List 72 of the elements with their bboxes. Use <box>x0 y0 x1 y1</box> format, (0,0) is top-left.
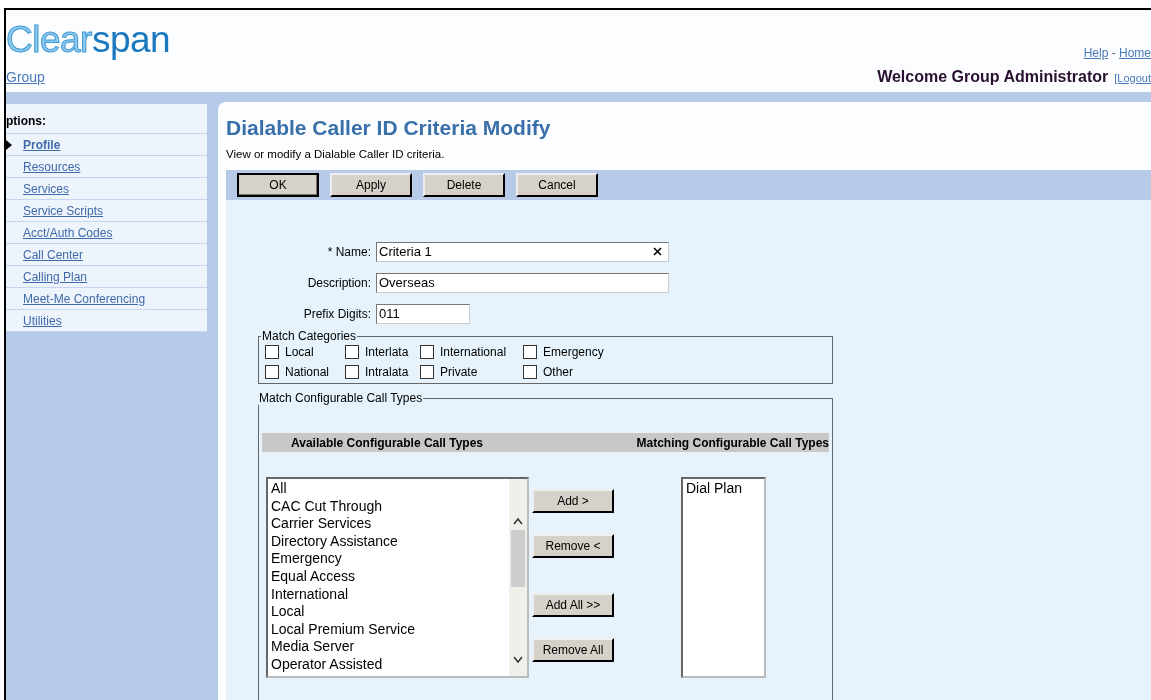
checkbox-label: National <box>285 365 330 379</box>
sidebar-link[interactable]: Call Center <box>23 247 84 262</box>
column-heading: Available Configurable Call Types <box>291 435 484 450</box>
action-button[interactable]: Apply <box>330 173 412 197</box>
page-title: Dialable Caller ID Criteria Modify <box>226 116 552 140</box>
list-option[interactable]: Local Premium Service <box>271 620 506 639</box>
list-option[interactable]: Emergency <box>271 550 506 568</box>
available-listbox[interactable]: All CAC Cut Through Carrier Services Directory Assistance Emergency Equal Access International Local Local Premium Service Media Server Operator Assisted <box>266 477 529 678</box>
column-heading: Matching Configurable Call Types <box>636 435 829 450</box>
breadcrumb-link[interactable]: Group <box>6 69 45 85</box>
field-label: * Name: <box>326 244 372 259</box>
checkbox[interactable] <box>265 365 279 379</box>
sidebar-link[interactable]: Utilities <box>23 313 62 328</box>
list-option[interactable]: Operator Assisted <box>271 655 506 674</box>
list-option[interactable]: Directory Assistance <box>271 532 506 551</box>
page-description: View or modify a Dialable Caller ID criteria. <box>226 148 446 160</box>
sidebar-link[interactable]: Acct/Auth Codes <box>23 225 113 240</box>
sidebar-heading: ptions: <box>6 104 207 134</box>
transfer-button[interactable]: Add All >> <box>532 593 614 617</box>
checkbox-label: Intralata <box>365 365 409 379</box>
action-button[interactable]: Delete <box>423 173 505 197</box>
sidebar-link[interactable]: Profile <box>23 137 61 152</box>
sidebar-link[interactable]: Meet-Me Conferencing <box>23 291 146 306</box>
checkbox-label: Private <box>440 365 478 379</box>
checkbox[interactable] <box>265 345 279 359</box>
welcome-text: Welcome Group Administrator <box>877 68 1109 85</box>
scroll-down-icon[interactable] <box>513 656 523 664</box>
checkbox-label: Emergency <box>543 345 604 359</box>
checkbox[interactable] <box>523 345 537 359</box>
field-label: Description: <box>306 275 372 290</box>
input-field[interactable]: 011 <box>376 303 470 324</box>
logo: Clearspan <box>6 20 171 60</box>
action-button[interactable]: OK <box>237 173 319 197</box>
list-option[interactable]: Equal Access <box>271 567 506 586</box>
action-button[interactable]: Cancel <box>516 173 598 197</box>
checkbox-label: International <box>440 345 507 359</box>
list-option[interactable]: Media Server <box>271 638 506 656</box>
group-legend: Match Categories <box>261 329 358 343</box>
clear-icon[interactable] <box>653 247 662 256</box>
list-option[interactable]: Carrier Services <box>271 515 506 533</box>
matching-listbox[interactable]: Dial Plan <box>681 477 766 678</box>
sidebar-link[interactable]: Resources <box>23 159 81 174</box>
checkbox[interactable] <box>523 365 537 379</box>
link-separator: - <box>1110 46 1117 60</box>
header-link[interactable]: Home <box>1119 46 1151 60</box>
transfer-button[interactable]: Remove All <box>532 638 614 662</box>
list-option[interactable]: Dial Plan <box>686 480 761 498</box>
checkbox-label: Other <box>543 365 573 379</box>
list-option[interactable]: CAC Cut Through <box>271 497 506 516</box>
scroll-thumb[interactable] <box>511 530 525 587</box>
input-field[interactable]: Criteria 1 <box>376 241 669 262</box>
list-option[interactable]: International <box>271 585 506 604</box>
field-label: Prefix Digits: <box>302 306 372 321</box>
list-option[interactable]: All <box>271 480 506 498</box>
transfer-button[interactable]: Remove < <box>532 534 614 558</box>
transfer-button[interactable]: Add > <box>532 489 614 513</box>
checkbox[interactable] <box>420 345 434 359</box>
sidebar-link[interactable]: Services <box>23 181 69 196</box>
checkbox-label: Local <box>285 345 314 359</box>
logout-link[interactable]: [Logout <box>1114 72 1151 84</box>
checkbox[interactable] <box>420 365 434 379</box>
checkbox-label: Interlata <box>365 345 409 359</box>
checkbox[interactable] <box>345 345 359 359</box>
scroll-up-icon[interactable] <box>513 517 523 525</box>
input-field[interactable]: Overseas <box>376 272 669 293</box>
header-link[interactable]: Help <box>1083 46 1109 60</box>
group-legend: Match Configurable Call Types <box>258 391 424 405</box>
sidebar-link[interactable]: Service Scripts <box>23 203 104 218</box>
sidebar-link[interactable]: Calling Plan <box>23 269 88 284</box>
scrollbar[interactable] <box>509 479 527 676</box>
list-option[interactable]: Local <box>271 603 506 621</box>
checkbox[interactable] <box>345 365 359 379</box>
